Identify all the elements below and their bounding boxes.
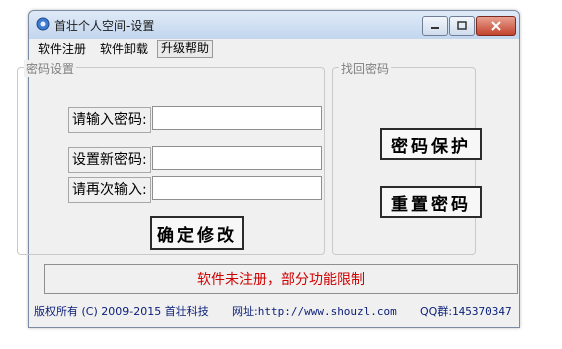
menu-register[interactable]: 软件注册 bbox=[35, 41, 89, 57]
reset-password-button[interactable]: 重置密码 bbox=[380, 186, 482, 218]
qq-group-label: QQ群: bbox=[420, 305, 453, 318]
website-info: 网址:http://www.shouzl.com bbox=[232, 303, 397, 319]
password-group-legend: 密码设置 bbox=[24, 60, 77, 77]
repeat-password-input[interactable] bbox=[152, 176, 322, 200]
copyright-text: 版权所有 (C) 2009-2015 首壮科技 bbox=[34, 305, 209, 318]
current-password-label: 请输入密码: bbox=[68, 107, 151, 133]
qq-group-info: QQ群:145370347 bbox=[420, 303, 512, 319]
repeat-password-label: 请再次输入: bbox=[68, 177, 151, 203]
minimize-button[interactable] bbox=[422, 16, 448, 36]
footer: 版权所有 (C) 2009-2015 首壮科技 网址:http://www.sh… bbox=[0, 303, 562, 319]
maximize-button[interactable] bbox=[449, 16, 475, 36]
menu-uninstall[interactable]: 软件卸载 bbox=[97, 41, 151, 57]
window-title: 首壮个人空间-设置 bbox=[54, 19, 155, 33]
current-password-input[interactable] bbox=[152, 106, 322, 130]
close-button[interactable] bbox=[476, 16, 516, 36]
minimize-icon bbox=[431, 27, 439, 29]
new-password-label: 设置新密码: bbox=[68, 147, 151, 173]
recover-group-legend: 找回密码 bbox=[339, 60, 392, 77]
maximize-icon bbox=[457, 21, 467, 30]
password-protect-button[interactable]: 密码保护 bbox=[380, 128, 482, 160]
menu-bar: 软件注册 软件卸载 升级帮助 bbox=[29, 39, 519, 59]
new-password-input[interactable] bbox=[152, 146, 322, 170]
recover-password-group: 找回密码 bbox=[332, 60, 476, 255]
website-label: 网址: bbox=[232, 305, 258, 318]
confirm-change-button[interactable]: 确定修改 bbox=[150, 216, 244, 250]
title-bar[interactable]: 首壮个人空间-设置 bbox=[29, 11, 519, 39]
website-link[interactable]: http://www.shouzl.com bbox=[258, 305, 397, 318]
close-icon bbox=[491, 21, 501, 31]
app-icon bbox=[36, 17, 50, 31]
registration-status: 软件未注册，部分功能限制 bbox=[44, 264, 518, 294]
qq-group-number: 145370347 bbox=[452, 305, 512, 318]
menu-upgrade-help[interactable]: 升级帮助 bbox=[157, 40, 214, 58]
